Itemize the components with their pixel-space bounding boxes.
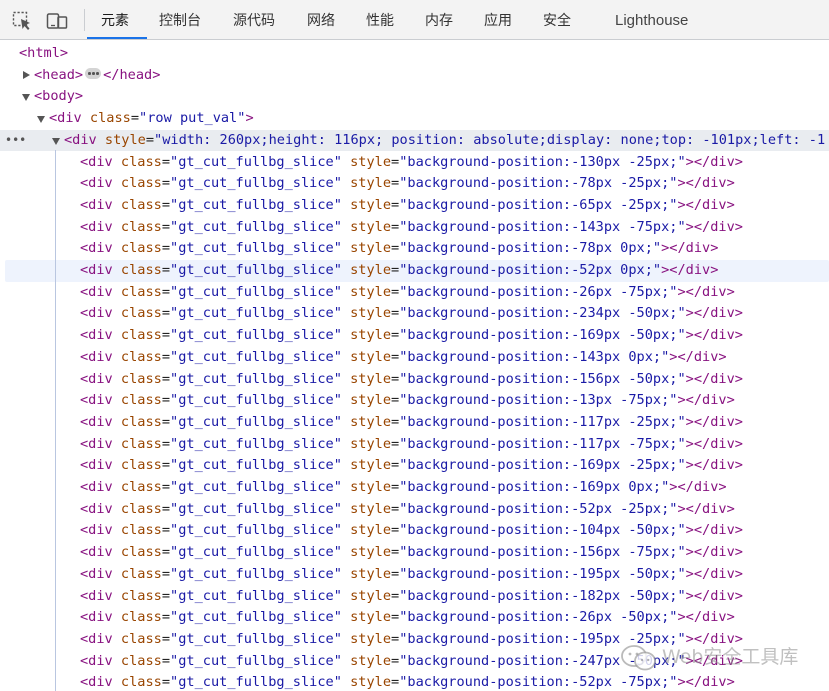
expand-arrow-icon[interactable] [23,70,30,79]
dom-node-slice-div[interactable]: <div class="gt_cut_fullbg_slice" style="… [0,369,829,391]
dom-node-slice-div[interactable]: <div class="gt_cut_fullbg_slice" style="… [0,477,829,499]
dom-node-slice-div[interactable]: <div class="gt_cut_fullbg_slice" style="… [0,195,829,217]
dom-node-slice-div[interactable]: <div class="gt_cut_fullbg_slice" style="… [0,542,829,564]
dom-node-slice-div[interactable]: <div class="gt_cut_fullbg_slice" style="… [0,499,829,521]
collapse-arrow-icon[interactable] [22,94,30,102]
tab-performance[interactable]: 性能 [366,0,394,40]
dom-node-slice-div[interactable]: <div class="gt_cut_fullbg_slice" style="… [0,607,829,629]
device-toolbar-icon[interactable] [46,11,68,31]
tab-application[interactable]: 应用 [484,0,512,40]
dom-node-slice-div[interactable]: <div class="gt_cut_fullbg_slice" style="… [0,520,829,542]
dom-node-slice-div[interactable]: <div class="gt_cut_fullbg_slice" style="… [0,152,829,174]
dom-node-slice-div[interactable]: <div class="gt_cut_fullbg_slice" style="… [0,325,829,347]
collapse-arrow-icon[interactable] [37,116,45,124]
dom-node-slice-div[interactable]: <div class="gt_cut_fullbg_slice" style="… [0,238,829,260]
dom-node-slice-div[interactable]: <div class="gt_cut_fullbg_slice" style="… [0,412,829,434]
dom-node-slice-div[interactable]: <div class="gt_cut_fullbg_slice" style="… [0,282,829,304]
active-tab-indicator [87,37,147,39]
dom-node-slice-div[interactable]: <div class="gt_cut_fullbg_slice" style="… [0,455,829,477]
collapse-arrow-icon[interactable] [52,137,60,145]
tab-lighthouse[interactable]: Lighthouse [615,0,688,40]
tab-sources[interactable]: 源代码 [233,0,275,40]
wechat-icon [621,645,656,671]
tab-memory[interactable]: 内存 [425,0,453,40]
tab-network[interactable]: 网络 [307,0,335,40]
dom-node-slice-div[interactable]: <div class="gt_cut_fullbg_slice" style="… [0,303,829,325]
dom-node-slice-div[interactable]: <div class="gt_cut_fullbg_slice" style="… [0,434,829,456]
dom-node-slice-div[interactable]: <div class="gt_cut_fullbg_slice" style="… [5,260,829,282]
dom-node-slice-div[interactable]: <div class="gt_cut_fullbg_slice" style="… [0,347,829,369]
dom-node-html[interactable]: <html> [0,43,829,65]
dom-node-div-row[interactable]: <div class="row put_val"> [0,108,829,130]
dom-node-slice-div[interactable]: <div class="gt_cut_fullbg_slice" style="… [0,390,829,412]
indent-guide [55,150,56,691]
dom-node-slice-div[interactable]: <div class="gt_cut_fullbg_slice" style="… [0,672,829,691]
dom-node-body[interactable]: <body> [0,86,829,108]
dom-node-slice-div[interactable]: <div class="gt_cut_fullbg_slice" style="… [0,564,829,586]
dom-node-slice-div[interactable]: <div class="gt_cut_fullbg_slice" style="… [0,586,829,608]
tab-console[interactable]: 控制台 [159,0,201,40]
toolbar-separator [84,9,85,31]
collapsed-ellipsis-icon[interactable] [85,68,102,80]
devtools-tabbar: 元素 控制台 源代码 网络 性能 内存 应用 安全 Lighthouse [0,0,829,40]
more-options-icon[interactable]: ••• [5,130,26,152]
dom-node-slice-div[interactable]: <div class="gt_cut_fullbg_slice" style="… [0,173,829,195]
tab-elements[interactable]: 元素 [101,0,129,40]
tab-security[interactable]: 安全 [543,0,571,40]
inspect-element-icon[interactable] [12,11,32,31]
dom-node-div-style-selected[interactable]: ••• <div style="width: 260px;height: 116… [0,129,829,152]
dom-node-slice-div[interactable]: <div class="gt_cut_fullbg_slice" style="… [0,217,829,239]
dom-node-head[interactable]: <head> </head> [0,65,829,87]
